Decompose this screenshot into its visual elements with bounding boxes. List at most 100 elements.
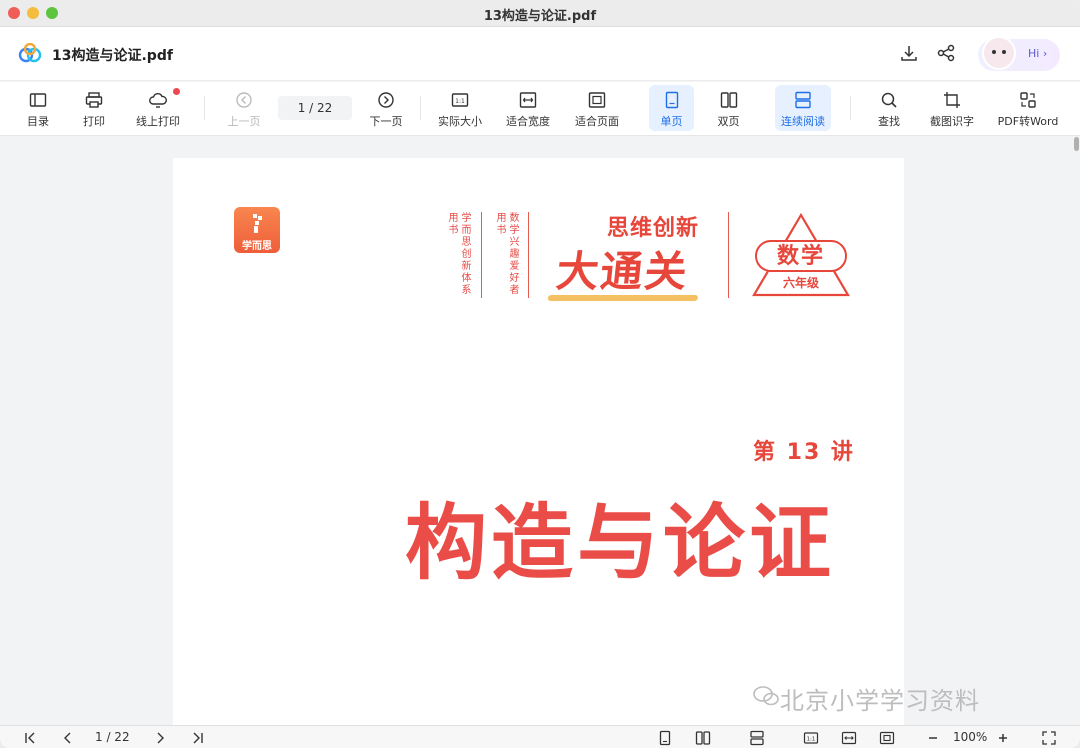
next-page-button[interactable]: 下一页	[364, 85, 408, 131]
catalog-label: 目录	[27, 115, 49, 128]
fit-width-icon	[841, 731, 857, 745]
fit-width-bottom-button[interactable]	[841, 730, 857, 746]
toolbar-divider	[850, 96, 851, 120]
tagline-left: 学而思创新体系用书	[446, 212, 470, 296]
document-title: 13构造与论证.pdf	[52, 48, 173, 64]
lecture-number: 第 13 讲	[753, 440, 855, 465]
vertical-scrollbar[interactable]	[1074, 137, 1079, 151]
catalog-button[interactable]: 目录	[18, 85, 58, 131]
fullscreen-button[interactable]	[1041, 730, 1057, 746]
svg-text:1:1: 1:1	[807, 737, 816, 743]
single-page-label: 单页	[660, 115, 683, 128]
svg-text:1:1: 1:1	[455, 98, 465, 105]
cloud-icon	[149, 93, 167, 108]
continuous-reading-label: 连续阅读	[781, 115, 825, 128]
grade-label: 六年级	[782, 276, 819, 290]
actual-size-icon: 1:1	[803, 732, 819, 744]
double-page-label: 双页	[717, 115, 740, 128]
toolbar-divider	[420, 96, 421, 120]
continuous-bottom-button[interactable]	[749, 730, 765, 746]
document-viewport[interactable]: 学而思 学而思创新体系用书 数学兴趣爱好者用书 思维创新 大通关 数学 六年级 …	[0, 137, 1080, 725]
title-bar: 13构造与论证.pdf	[0, 0, 1080, 27]
assistant-avatar	[982, 36, 1016, 70]
single-page-icon	[659, 730, 671, 746]
watermark-text: 北京小学学习资料	[780, 687, 980, 715]
double-page-button[interactable]: 双页	[706, 85, 751, 131]
zoom-in-button[interactable]	[995, 730, 1011, 746]
first-page-button[interactable]	[22, 730, 38, 746]
window-title: 13构造与论证.pdf	[483, 9, 597, 24]
double-page-bottom-button[interactable]	[695, 730, 711, 746]
plus-icon	[999, 734, 1007, 742]
fit-page-bottom-button[interactable]	[879, 730, 895, 746]
chevron-right-icon	[157, 732, 164, 744]
double-page-icon	[695, 731, 711, 745]
tagline-divider	[528, 212, 529, 298]
pdf-page: 学而思 学而思创新体系用书 数学兴趣爱好者用书 思维创新 大通关 数学 六年级 …	[173, 158, 904, 725]
pdf-to-word-button[interactable]: PDF转Word	[994, 85, 1062, 131]
brand-mark-icon	[253, 214, 262, 233]
brand-logo: 学而思	[234, 207, 280, 253]
header-bar: 13构造与论证.pdf Hi ›	[0, 27, 1080, 81]
fit-page-icon	[879, 731, 895, 745]
next-page-label: 下一页	[369, 115, 403, 128]
search-label: 查找	[878, 115, 900, 128]
toolbar-divider	[204, 96, 205, 120]
ai-assistant-button[interactable]: Hi ›	[978, 36, 1060, 71]
share-icon[interactable]	[936, 43, 956, 63]
tagline-right: 数学兴趣爱好者用书	[494, 212, 518, 296]
online-print-label: 线上打印	[136, 115, 180, 128]
fit-page-label: 适合页面	[575, 115, 619, 128]
convert-icon	[1020, 92, 1036, 108]
actual-size-label: 实际大小	[438, 115, 482, 128]
fullscreen-icon	[1042, 731, 1056, 745]
continuous-scroll-icon	[750, 730, 764, 746]
sidebar-icon	[29, 93, 47, 107]
fit-width-button[interactable]: 适合宽度	[502, 85, 554, 131]
fit-width-icon	[519, 92, 537, 108]
notification-dot	[173, 88, 180, 95]
fit-width-label: 适合宽度	[506, 115, 550, 128]
ocr-button[interactable]: 截图识字	[926, 85, 978, 131]
print-button[interactable]: 打印	[74, 85, 114, 131]
prev-page-label: 上一页	[227, 115, 261, 128]
next-page-bottom-button[interactable]	[152, 730, 168, 746]
lecture-title: 构造与论证	[405, 496, 836, 591]
ocr-label: 截图识字	[930, 115, 974, 128]
series-divider	[728, 212, 729, 298]
prev-page-button[interactable]: 上一页	[222, 85, 266, 131]
printer-icon	[85, 92, 103, 108]
single-page-bottom-button[interactable]	[657, 730, 673, 746]
search-button[interactable]: 查找	[868, 85, 910, 131]
fit-page-icon	[588, 92, 606, 108]
continuous-reading-button[interactable]: 连续阅读	[775, 85, 831, 131]
actual-size-icon: 1:1	[451, 93, 469, 107]
crop-icon	[944, 92, 960, 108]
chevron-right-circle-icon	[378, 92, 394, 108]
zoom-out-button[interactable]	[925, 730, 941, 746]
tagline-divider	[481, 212, 482, 298]
subject-badge: 数学	[755, 240, 847, 272]
wechat-icon	[753, 686, 779, 706]
zoom-level[interactable]: 100%	[953, 730, 987, 744]
app-window: 13构造与论证.pdf 13构造与论证.pdf Hi › 目录 打印 线上打印 …	[0, 0, 1080, 748]
fit-page-button[interactable]: 适合页面	[570, 85, 624, 131]
last-page-icon	[193, 732, 203, 744]
download-icon[interactable]	[899, 43, 919, 63]
brand-logo-text: 学而思	[242, 241, 272, 252]
series-title: 大通关	[554, 238, 692, 299]
page-number-input[interactable]: 1 / 22	[278, 96, 352, 120]
minus-icon	[929, 737, 937, 739]
assistant-hi-label: Hi ›	[1028, 47, 1048, 60]
last-page-button[interactable]	[190, 730, 206, 746]
prev-page-bottom-button[interactable]	[60, 730, 76, 746]
toolbar: 目录 打印 线上打印 上一页 1 / 22 下一页 1:1 实际大小 适合宽度 …	[0, 82, 1080, 136]
single-page-button[interactable]: 单页	[649, 85, 694, 131]
actual-size-button[interactable]: 1:1 实际大小	[434, 85, 486, 131]
page-indicator-bottom[interactable]: 1 / 22	[95, 730, 130, 744]
actual-size-bottom-button[interactable]: 1:1	[803, 730, 819, 746]
double-page-icon	[720, 92, 737, 108]
subject-name: 数学	[776, 244, 825, 269]
pdf-to-word-label: PDF转Word	[997, 115, 1059, 128]
bottom-bar: 1 / 22 1:1 100%	[0, 725, 1080, 748]
